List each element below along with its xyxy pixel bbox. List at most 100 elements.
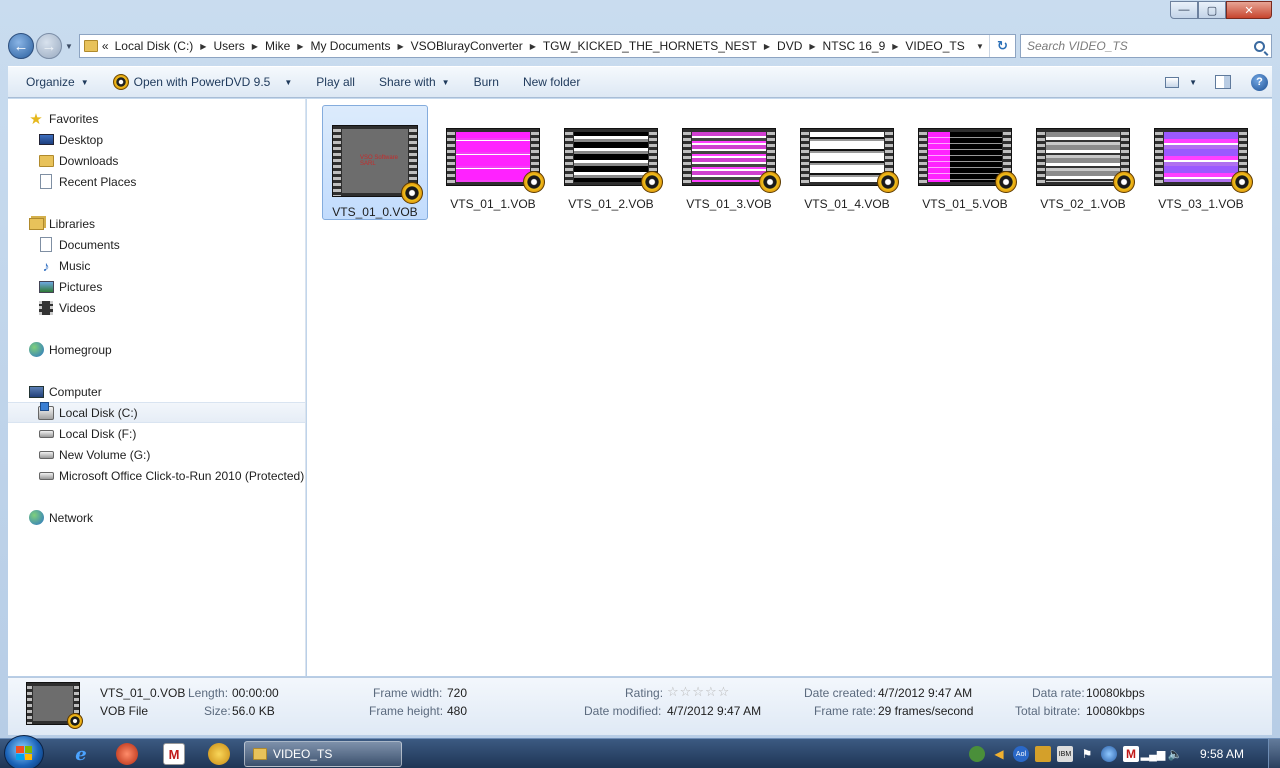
rating-stars[interactable]: ☆☆☆☆☆ [667, 684, 730, 700]
breadcrumb-separator-icon[interactable]: ▶ [892, 42, 898, 51]
help-icon[interactable]: ? [1251, 73, 1268, 91]
preview-pane-icon[interactable] [1215, 75, 1231, 89]
homegroup-icon [28, 342, 44, 357]
internet-explorer-icon[interactable]: e [70, 743, 92, 765]
file-item[interactable]: VTS_01_1.VOB [440, 105, 546, 220]
nav-label: Videos [59, 300, 96, 315]
powerdvd-badge-icon [1113, 171, 1135, 193]
chevron-down-icon[interactable]: ▼ [1189, 78, 1197, 87]
show-desktop-button[interactable] [1268, 739, 1280, 768]
play-all-button[interactable]: Play all [304, 69, 367, 95]
breadcrumb-separator-icon[interactable]: ▶ [530, 42, 536, 51]
file-item[interactable]: VTS_02_1.VOB [1030, 105, 1136, 220]
date-modified-label: Date modified: [584, 704, 662, 718]
chevron-down-icon[interactable]: ▼ [284, 78, 292, 87]
globe-app-icon[interactable] [208, 743, 230, 765]
clock[interactable]: 9:58 AM [1200, 747, 1244, 761]
taskbar-window-button[interactable]: VIDEO_TS [244, 741, 402, 767]
start-button[interactable] [4, 735, 44, 768]
search-icon[interactable] [1254, 40, 1265, 52]
nav-network[interactable]: Network [8, 507, 305, 528]
tray-app-icon[interactable] [1034, 746, 1051, 762]
file-item[interactable]: VTS_01_5.VOB [912, 105, 1018, 220]
breadcrumb-overflow[interactable]: « [102, 39, 109, 53]
close-button[interactable]: ✕ [1226, 1, 1272, 19]
tray-status-icon[interactable] [968, 746, 985, 762]
file-item[interactable]: VTS_01_4.VOB [794, 105, 900, 220]
nav-label: Documents [59, 237, 120, 252]
forward-button[interactable]: → [36, 33, 62, 59]
nav-computer[interactable]: Computer [8, 381, 305, 402]
nav-new-volume-g[interactable]: New Volume (G:) [8, 444, 305, 465]
file-item[interactable]: VTS_01_2.VOB [558, 105, 664, 220]
nav-label: Local Disk (F:) [59, 426, 137, 441]
nav-favorites[interactable]: ★ Favorites [8, 108, 305, 129]
breadcrumb-item[interactable]: Mike [265, 39, 290, 53]
breadcrumb-item[interactable]: My Documents [310, 39, 390, 53]
nav-libraries[interactable]: Libraries [8, 213, 305, 234]
system-tray: ◀ Aol IBM ⚑ M ▂▄▆ 🔈 9:58 AM [966, 739, 1280, 768]
thumbnail-watermark: VSO Software SARL [360, 155, 399, 167]
breadcrumb-item[interactable]: Users [213, 39, 244, 53]
frame-rate-label: Frame rate: [814, 704, 877, 718]
breadcrumb-item[interactable]: DVD [777, 39, 802, 53]
breadcrumb-item[interactable]: NTSC 16_9 [823, 39, 886, 53]
volume-warning-icon[interactable]: ◀ [991, 746, 1007, 762]
breadcrumb-separator-icon[interactable]: ▶ [764, 42, 770, 51]
organize-button[interactable]: Organize ▼ [14, 69, 101, 95]
file-item[interactable]: VSO Software SARL VTS_01_0.VOB [322, 105, 428, 220]
file-item[interactable]: VTS_01_3.VOB [676, 105, 782, 220]
pinned-app-icon[interactable] [116, 743, 138, 765]
maximize-button[interactable]: ▢ [1198, 1, 1226, 19]
address-dropdown-icon[interactable]: ▼ [971, 42, 989, 51]
breadcrumb-separator-icon[interactable]: ▶ [297, 42, 303, 51]
new-folder-button[interactable]: New folder [511, 69, 592, 95]
nav-label: Desktop [59, 132, 104, 147]
search-placeholder: Search VIDEO_TS [1027, 39, 1128, 53]
breadcrumb-item[interactable]: Local Disk (C:) [115, 39, 194, 53]
view-controls: ▼ ? [1165, 73, 1272, 91]
breadcrumb-item[interactable]: TGW_KICKED_THE_HORNETS_NEST [543, 39, 757, 53]
address-bar[interactable]: « Local Disk (C:) ▶ Users ▶ Mike ▶ My Docum… [78, 34, 1016, 58]
burn-button[interactable]: Burn [462, 69, 511, 95]
file-item[interactable]: VTS_03_1.VOB [1148, 105, 1254, 220]
back-button[interactable]: ← [8, 33, 34, 59]
nav-recent-places[interactable]: Recent Places [8, 171, 305, 192]
breadcrumb-item[interactable]: VIDEO_TS [905, 39, 964, 53]
open-with-button[interactable]: Open with PowerDVD 9.5 ▼ [101, 69, 305, 95]
breadcrumb-separator-icon[interactable]: ▶ [252, 42, 258, 51]
breadcrumb-separator-icon[interactable]: ▶ [200, 42, 206, 51]
frame-height-label: Frame height: [369, 704, 444, 718]
nav-local-disk-f[interactable]: Local Disk (F:) [8, 423, 305, 444]
refresh-icon[interactable]: ↻ [989, 35, 1015, 57]
nav-office-c2r[interactable]: Microsoft Office Click-to-Run 2010 (Prot… [8, 465, 305, 486]
desktop-icon [38, 134, 54, 145]
nav-videos[interactable]: Videos [8, 297, 305, 318]
breadcrumb-separator-icon[interactable]: ▶ [397, 42, 403, 51]
speaker-icon[interactable]: 🔈 [1167, 746, 1183, 762]
mcafee-icon[interactable]: M [1122, 746, 1139, 762]
nav-desktop[interactable]: Desktop [8, 129, 305, 150]
network-globe-icon[interactable] [1100, 746, 1117, 762]
nav-documents[interactable]: Documents [8, 234, 305, 255]
nav-downloads[interactable]: Downloads [8, 150, 305, 171]
size-value: 56.0 KB [232, 704, 275, 718]
minimize-button[interactable]: — [1170, 1, 1198, 19]
nav-pictures[interactable]: Pictures [8, 276, 305, 297]
aol-icon[interactable]: Aol [1012, 746, 1029, 762]
nav-label: New Volume (G:) [59, 447, 151, 462]
nav-music[interactable]: ♪ Music [8, 255, 305, 276]
nav-homegroup[interactable]: Homegroup [8, 339, 305, 360]
drive-icon [38, 471, 54, 480]
share-with-button[interactable]: Share with ▼ [367, 69, 462, 95]
wifi-signal-icon[interactable]: ▂▄▆ [1141, 746, 1166, 762]
search-input[interactable]: Search VIDEO_TS [1020, 34, 1272, 58]
action-center-flag-icon[interactable]: ⚑ [1079, 746, 1095, 762]
ibm-icon[interactable]: IBM [1056, 746, 1073, 762]
recent-pages-dropdown-icon[interactable]: ▼ [65, 42, 73, 51]
nav-local-disk-c[interactable]: Local Disk (C:) [8, 401, 305, 423]
change-view-icon[interactable] [1165, 76, 1180, 88]
breadcrumb-separator-icon[interactable]: ▶ [809, 42, 815, 51]
mcafee-taskbar-icon[interactable]: M [163, 743, 185, 765]
breadcrumb-item[interactable]: VSOBlurayConverter [411, 39, 523, 53]
